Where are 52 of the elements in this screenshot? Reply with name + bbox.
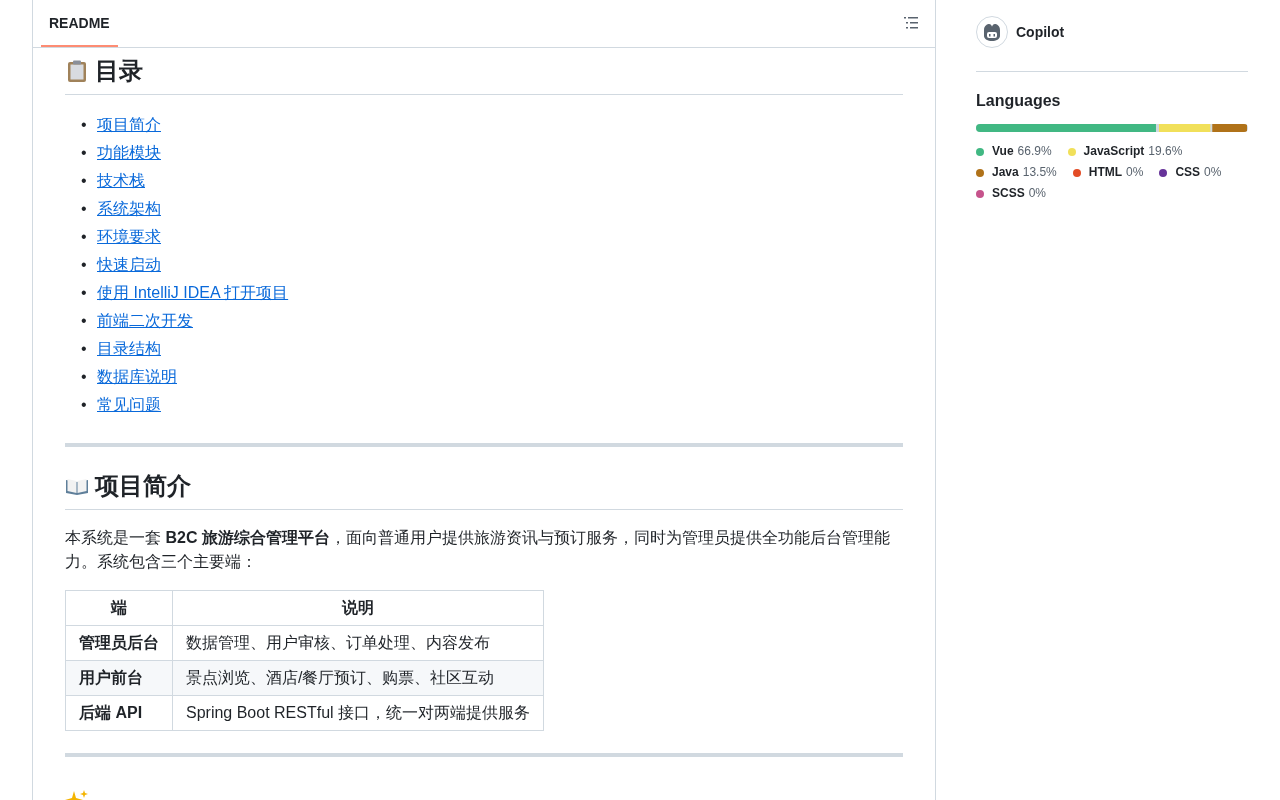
bullet: •	[81, 199, 88, 219]
table-header: 端	[65, 590, 173, 626]
toc-link[interactable]: 环境要求	[97, 223, 161, 251]
language-percent: 0%	[1204, 164, 1222, 181]
language-percent: 19.6%	[1148, 143, 1183, 160]
toc-link[interactable]: 数据库说明	[97, 363, 177, 391]
toc-link[interactable]: 前端二次开发	[97, 307, 193, 335]
toc-link[interactable]: 目录结构	[97, 335, 161, 363]
bullet: •	[81, 143, 88, 163]
toc-link[interactable]: 项目简介	[97, 111, 161, 139]
outline-icon[interactable]	[903, 14, 919, 31]
language-name: HTML	[1088, 164, 1123, 181]
readme-tab[interactable]: README	[41, 0, 118, 47]
table-cell: Spring Boot RESTful 接口，统一对两端提供服务	[172, 695, 544, 731]
toc-link[interactable]: 系统架构	[97, 195, 161, 223]
table-cell: 用户前台	[65, 660, 173, 696]
bullet: •	[81, 367, 88, 387]
clipboard-icon	[65, 59, 89, 83]
language-percent: 0%	[1126, 164, 1144, 181]
language-name: CSS	[1175, 164, 1201, 181]
toc-link[interactable]: 功能模块	[97, 139, 161, 167]
toc-link[interactable]: 使用 IntelliJ IDEA 打开项目	[97, 279, 289, 307]
section-heading: 项目简介	[65, 471, 903, 510]
language-percent: 0%	[1028, 185, 1047, 202]
language-name: JavaScript	[1083, 143, 1145, 160]
toc-link[interactable]: 技术栈	[97, 167, 145, 195]
bullet: •	[81, 283, 88, 303]
language-name: Java	[992, 164, 1019, 181]
intro-paragraph: 本系统是一套 B2C 旅游综合管理平台，面向普通用户提供旅游资讯与预订服务，同时为管理员提供全功能后台管理能力。系统包含三个主要端：	[65, 528, 891, 572]
table-cell: 数据管理、用户审核、订单处理、内容发布	[172, 625, 544, 661]
book-icon	[65, 476, 89, 496]
robot-avatar-icon[interactable]	[976, 16, 1008, 48]
language-name: Vue	[992, 143, 1014, 160]
bullet: •	[81, 395, 88, 415]
table-cell: 景点浏览、酒店/餐厅预订、购票、社区互动	[172, 660, 544, 696]
bullet: •	[81, 171, 88, 191]
bullet: •	[81, 115, 88, 135]
language-percent: 66.9%	[1017, 143, 1052, 160]
bullet: •	[81, 255, 88, 275]
contributor-link[interactable]: Copilot	[1016, 24, 1065, 40]
bullet: •	[81, 339, 88, 359]
bullet: •	[81, 227, 88, 247]
table-cell: 管理员后台	[65, 625, 173, 661]
toc-link[interactable]: 常见问题	[97, 391, 161, 419]
languages-title: Languages	[976, 92, 1062, 110]
table-cell: 后端 API	[65, 695, 173, 731]
language-percent: 13.5%	[1022, 164, 1057, 181]
toc-link[interactable]: 快速启动	[97, 251, 161, 279]
language-name: SCSS	[992, 185, 1025, 202]
bullet: •	[81, 311, 88, 331]
section-heading: 目录	[65, 56, 903, 95]
table-header: 说明	[172, 590, 544, 626]
